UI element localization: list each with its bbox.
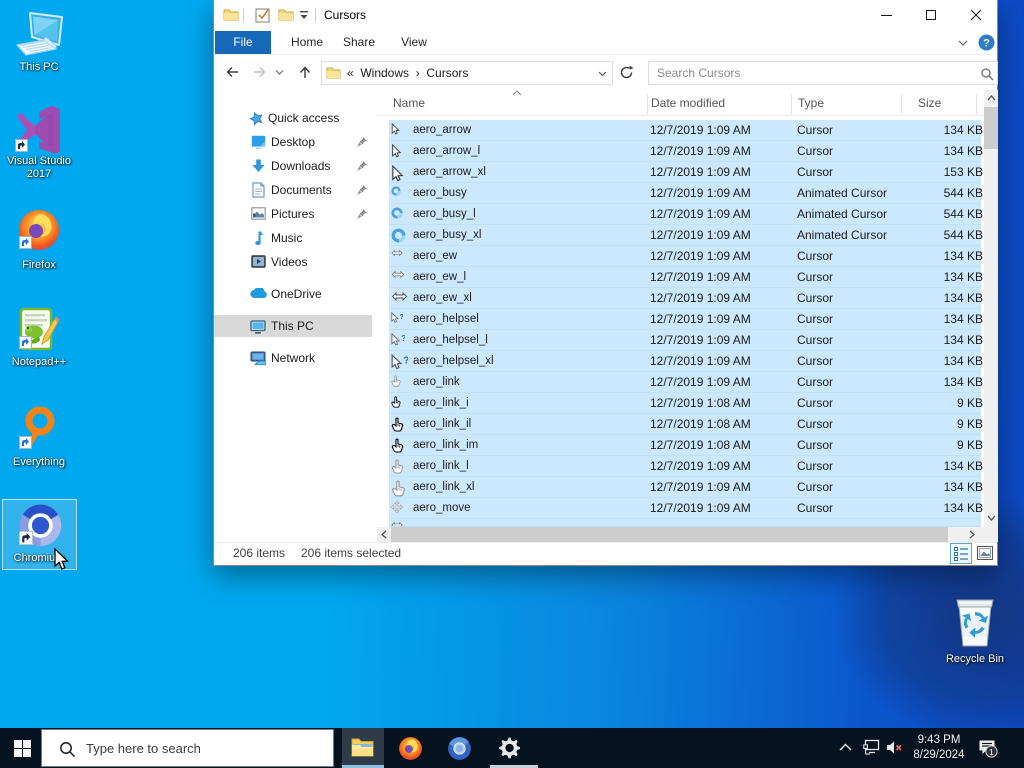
svg-text:?: ?: [983, 38, 990, 50]
svg-text:?: ?: [401, 333, 405, 343]
svg-text:1: 1: [989, 747, 994, 757]
svg-text:?: ?: [400, 312, 403, 321]
svg-text:?: ?: [403, 356, 408, 367]
